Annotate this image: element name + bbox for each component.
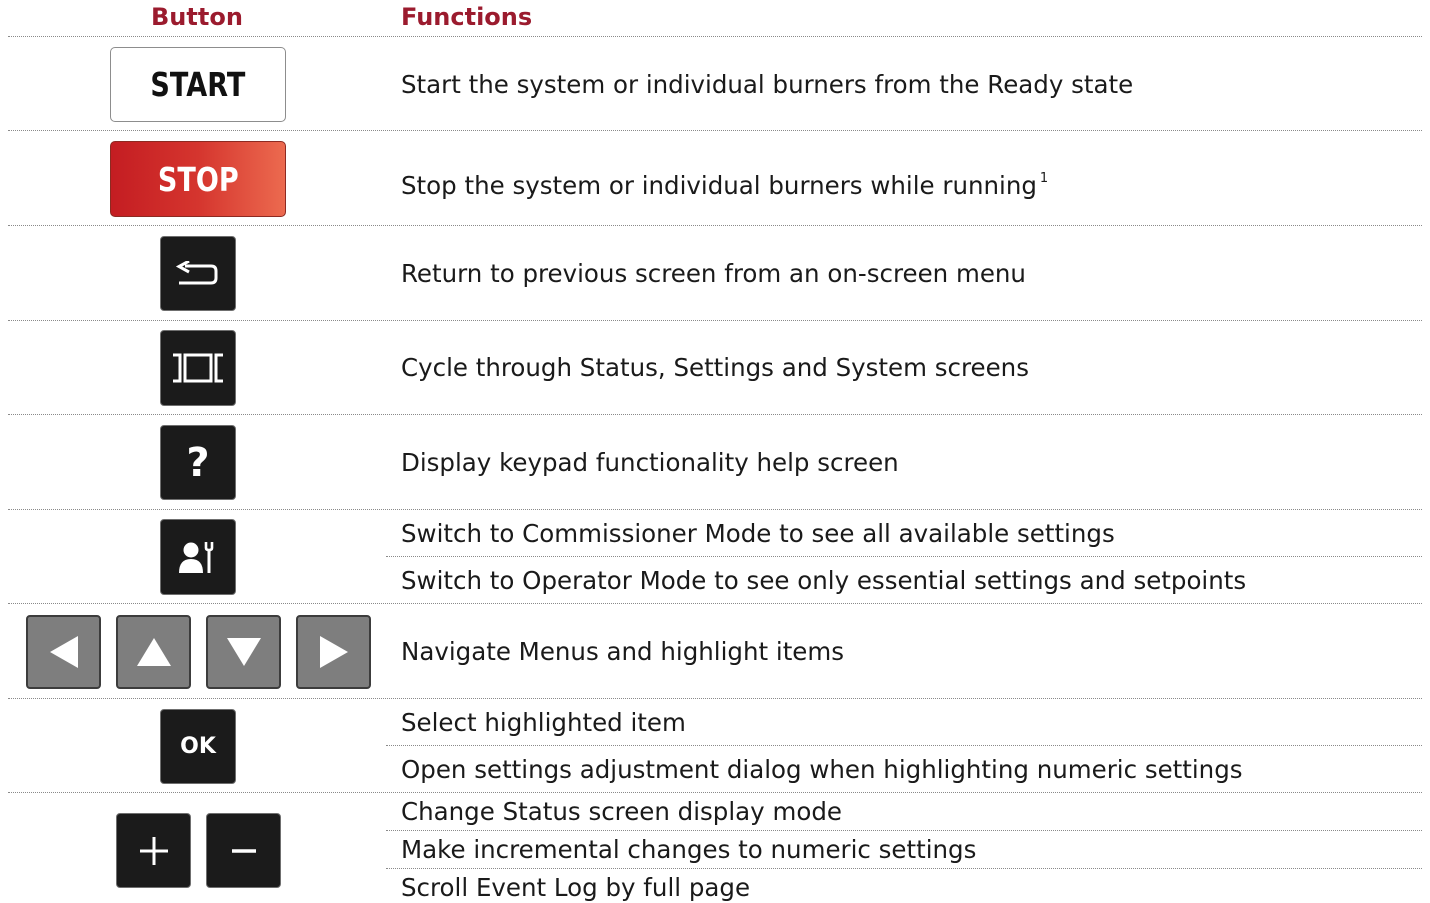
help-button[interactable]: ?: [160, 425, 236, 500]
row-divider: [8, 130, 1422, 131]
functions-column-header: Functions: [401, 3, 533, 31]
person-wrench-icon: [179, 542, 214, 573]
minus-button[interactable]: [206, 813, 281, 888]
row-divider: [8, 225, 1422, 226]
function-ok-open: Open settings adjustment dialog when hig…: [401, 755, 1243, 784]
function-plusminus-scroll: Scroll Event Log by full page: [401, 873, 751, 902]
return-arrow-icon: [175, 260, 218, 284]
sub-row-divider: [386, 830, 1422, 831]
function-plusminus-increment: Make incremental changes to numeric sett…: [401, 835, 977, 864]
sub-row-divider: [386, 556, 1422, 557]
mode-button[interactable]: [160, 519, 236, 595]
row-divider: [8, 792, 1422, 793]
help-button-label: ?: [186, 439, 210, 486]
plus-button[interactable]: [116, 813, 191, 888]
row-divider: [8, 509, 1422, 510]
ok-button[interactable]: OK: [160, 709, 236, 784]
screens-button[interactable]: [160, 330, 236, 406]
function-navigate: Navigate Menus and highlight items: [401, 637, 844, 666]
minus-icon: [231, 848, 256, 853]
start-button-label: START: [150, 65, 246, 104]
plus-icon: [139, 836, 168, 865]
function-stop: Stop the system or individual burners wh…: [401, 164, 1048, 201]
function-mode-commissioner: Switch to Commissioner Mode to see all a…: [401, 519, 1115, 548]
button-column-header: Button: [151, 3, 243, 31]
cycle-screens-icon: [173, 353, 223, 383]
row-divider: [8, 603, 1422, 604]
right-triangle-icon: [319, 636, 348, 668]
function-screens: Cycle through Status, Settings and Syste…: [401, 353, 1029, 382]
up-arrow-button[interactable]: [116, 615, 191, 689]
function-stop-text: Stop the system or individual burners wh…: [401, 171, 1037, 200]
down-triangle-icon: [226, 638, 261, 666]
row-divider: [8, 698, 1422, 699]
ok-button-label: OK: [180, 734, 216, 759]
function-back: Return to previous screen from an on-scr…: [401, 259, 1026, 288]
down-arrow-button[interactable]: [206, 615, 281, 689]
function-mode-operator: Switch to Operator Mode to see only esse…: [401, 566, 1247, 595]
up-triangle-icon: [136, 638, 171, 666]
footnote-marker: 1: [1039, 171, 1049, 186]
sub-row-divider: [386, 745, 1422, 746]
row-divider: [8, 320, 1422, 321]
row-divider: [8, 414, 1422, 415]
header-divider: [8, 36, 1422, 37]
back-button[interactable]: [160, 236, 236, 311]
function-ok-select: Select highlighted item: [401, 708, 686, 737]
function-plusminus-status: Change Status screen display mode: [401, 797, 842, 826]
start-button[interactable]: START: [110, 47, 286, 122]
left-arrow-button[interactable]: [26, 615, 101, 689]
sub-row-divider: [386, 868, 1422, 869]
stop-button-label: STOP: [157, 159, 239, 199]
function-help: Display keypad functionality help screen: [401, 448, 899, 477]
stop-button[interactable]: STOP: [110, 141, 286, 217]
left-triangle-icon: [49, 636, 78, 668]
function-start: Start the system or individual burners f…: [401, 70, 1134, 99]
right-arrow-button[interactable]: [296, 615, 371, 689]
